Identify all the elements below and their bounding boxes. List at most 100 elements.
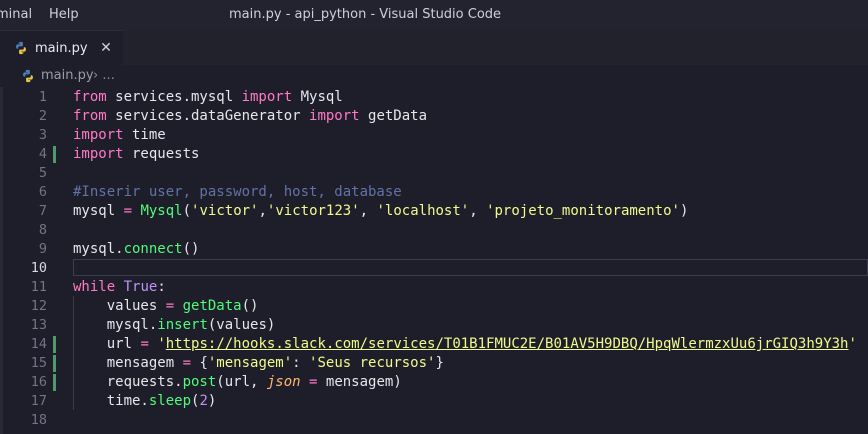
tab-bar: main.py ✕	[0, 30, 868, 65]
tab-label: main.py	[35, 41, 88, 56]
line-number: 13	[30, 317, 47, 333]
line-number: 18	[30, 412, 47, 428]
title-bar: minal Help main.py - api_python - Visual…	[0, 0, 868, 30]
code-line-14[interactable]: 14 url = 'https://hooks.slack.com/servic…	[0, 335, 868, 354]
token: ()	[182, 241, 200, 257]
code-line-1[interactable]: 1 from services.mysql import Mysql	[0, 88, 868, 107]
code-line-2[interactable]: 2 from services.dataGenerator import get…	[0, 107, 868, 126]
code-line-11[interactable]: 11 while True:	[0, 278, 868, 297]
code-line-17[interactable]: 17 time.sleep(2)	[0, 392, 868, 411]
token: requests	[123, 146, 200, 162]
token: ,	[359, 203, 377, 219]
token: }	[435, 355, 444, 371]
token: '	[848, 336, 857, 352]
token: from	[73, 89, 107, 105]
code-line-5[interactable]: 5	[0, 164, 868, 183]
current-line-highlight	[73, 259, 868, 276]
token: getData	[359, 108, 428, 124]
line-number: 6	[38, 184, 47, 200]
token: services.dataGenerator	[106, 108, 310, 124]
breadcrumb-file[interactable]: main.py	[41, 65, 94, 87]
line-number: 9	[38, 241, 47, 257]
line-number: 4	[38, 146, 47, 162]
url-link[interactable]: https://hooks.slack.com/services/T01B1FM…	[166, 336, 849, 352]
code-editor[interactable]: 1 from services.mysql import Mysql 2 fro…	[0, 87, 868, 434]
token: insert	[157, 317, 208, 333]
code-line-12[interactable]: 12 values = getData()	[0, 297, 868, 316]
token: ,	[258, 203, 267, 219]
code-line-16[interactable]: 16 requests.post(url, json = mensagem)	[0, 373, 868, 392]
token: import	[73, 146, 124, 162]
token: getData	[182, 298, 242, 314]
token: mensagem	[73, 355, 183, 371]
git-modified-marker	[53, 374, 56, 391]
token: '	[157, 336, 166, 352]
code-line-10[interactable]: 10	[0, 259, 868, 278]
token: 'mensagem'	[207, 355, 293, 371]
code-line-9[interactable]: 9 mysql.connect()	[0, 240, 868, 259]
token: mysql.	[73, 241, 124, 257]
token: 'victor123'	[266, 203, 360, 219]
token: services.mysql	[106, 89, 242, 105]
line-number: 11	[30, 279, 47, 295]
line-number: 16	[30, 374, 47, 390]
token: 2	[199, 393, 208, 409]
token: True	[123, 279, 158, 295]
line-number: 10	[30, 260, 47, 276]
python-icon	[23, 69, 33, 83]
token: Mysql	[292, 89, 343, 105]
code-line-8[interactable]: 8	[0, 221, 868, 240]
token: requests.	[73, 374, 183, 390]
menu-terminal[interactable]: minal	[0, 0, 32, 30]
line-number: 2	[38, 108, 47, 124]
token: 'localhost'	[376, 203, 470, 219]
token: )	[679, 203, 689, 219]
code-line-3[interactable]: 3 import time	[0, 126, 868, 145]
code-line-6[interactable]: 6 #Inserir user, password, host, databas…	[0, 183, 868, 202]
line-number: 8	[38, 222, 47, 238]
token: :	[157, 279, 166, 295]
token: mensagem)	[317, 374, 402, 390]
token: sleep	[148, 393, 192, 409]
token: import	[241, 89, 293, 105]
token: time.	[73, 393, 149, 409]
tab-main-py[interactable]: main.py ✕	[0, 30, 123, 65]
line-number: 7	[38, 203, 47, 219]
window-title: main.py - api_python - Visual Studio Cod…	[229, 7, 502, 22]
token: {	[191, 355, 208, 371]
token: ,	[469, 203, 487, 219]
python-icon	[16, 41, 26, 55]
code-line-18[interactable]: 18	[0, 411, 868, 430]
token: 'Seus recursos'	[309, 355, 436, 371]
token: =	[140, 336, 149, 352]
token: (values)	[207, 317, 276, 333]
breadcrumb-separator[interactable]: › ...	[93, 65, 115, 87]
token: mysql.	[73, 317, 158, 333]
code-line-15[interactable]: 15 mensagem = {'mensagem': 'Seus recurso…	[0, 354, 868, 373]
code-line-7[interactable]: 7 mysql = Mysql('victor','victor123', 'l…	[0, 202, 868, 221]
token: mysql	[73, 203, 124, 219]
token: )	[207, 393, 217, 409]
token: post	[182, 374, 217, 390]
line-number: 17	[30, 393, 47, 409]
close-icon[interactable]: ✕	[100, 31, 112, 66]
token: time	[123, 127, 166, 143]
token: 'projeto_monitoramento'	[486, 203, 680, 219]
token: :	[292, 355, 310, 371]
line-number: 14	[30, 336, 47, 352]
breadcrumb: main.py › ...	[0, 65, 868, 87]
code-line-4[interactable]: 4 import requests	[0, 145, 868, 164]
line-number: 15	[30, 355, 47, 371]
token: from	[73, 108, 107, 124]
token: connect	[123, 241, 183, 257]
comment: #Inserir user, password, host, database	[73, 184, 402, 200]
git-modified-marker	[53, 336, 56, 353]
token: Mysql	[140, 203, 183, 219]
token: =	[123, 203, 133, 219]
token: while	[73, 279, 116, 295]
code-line-13[interactable]: 13 mysql.insert(values)	[0, 316, 868, 335]
token: import	[73, 127, 124, 143]
menu-help[interactable]: Help	[49, 0, 79, 30]
